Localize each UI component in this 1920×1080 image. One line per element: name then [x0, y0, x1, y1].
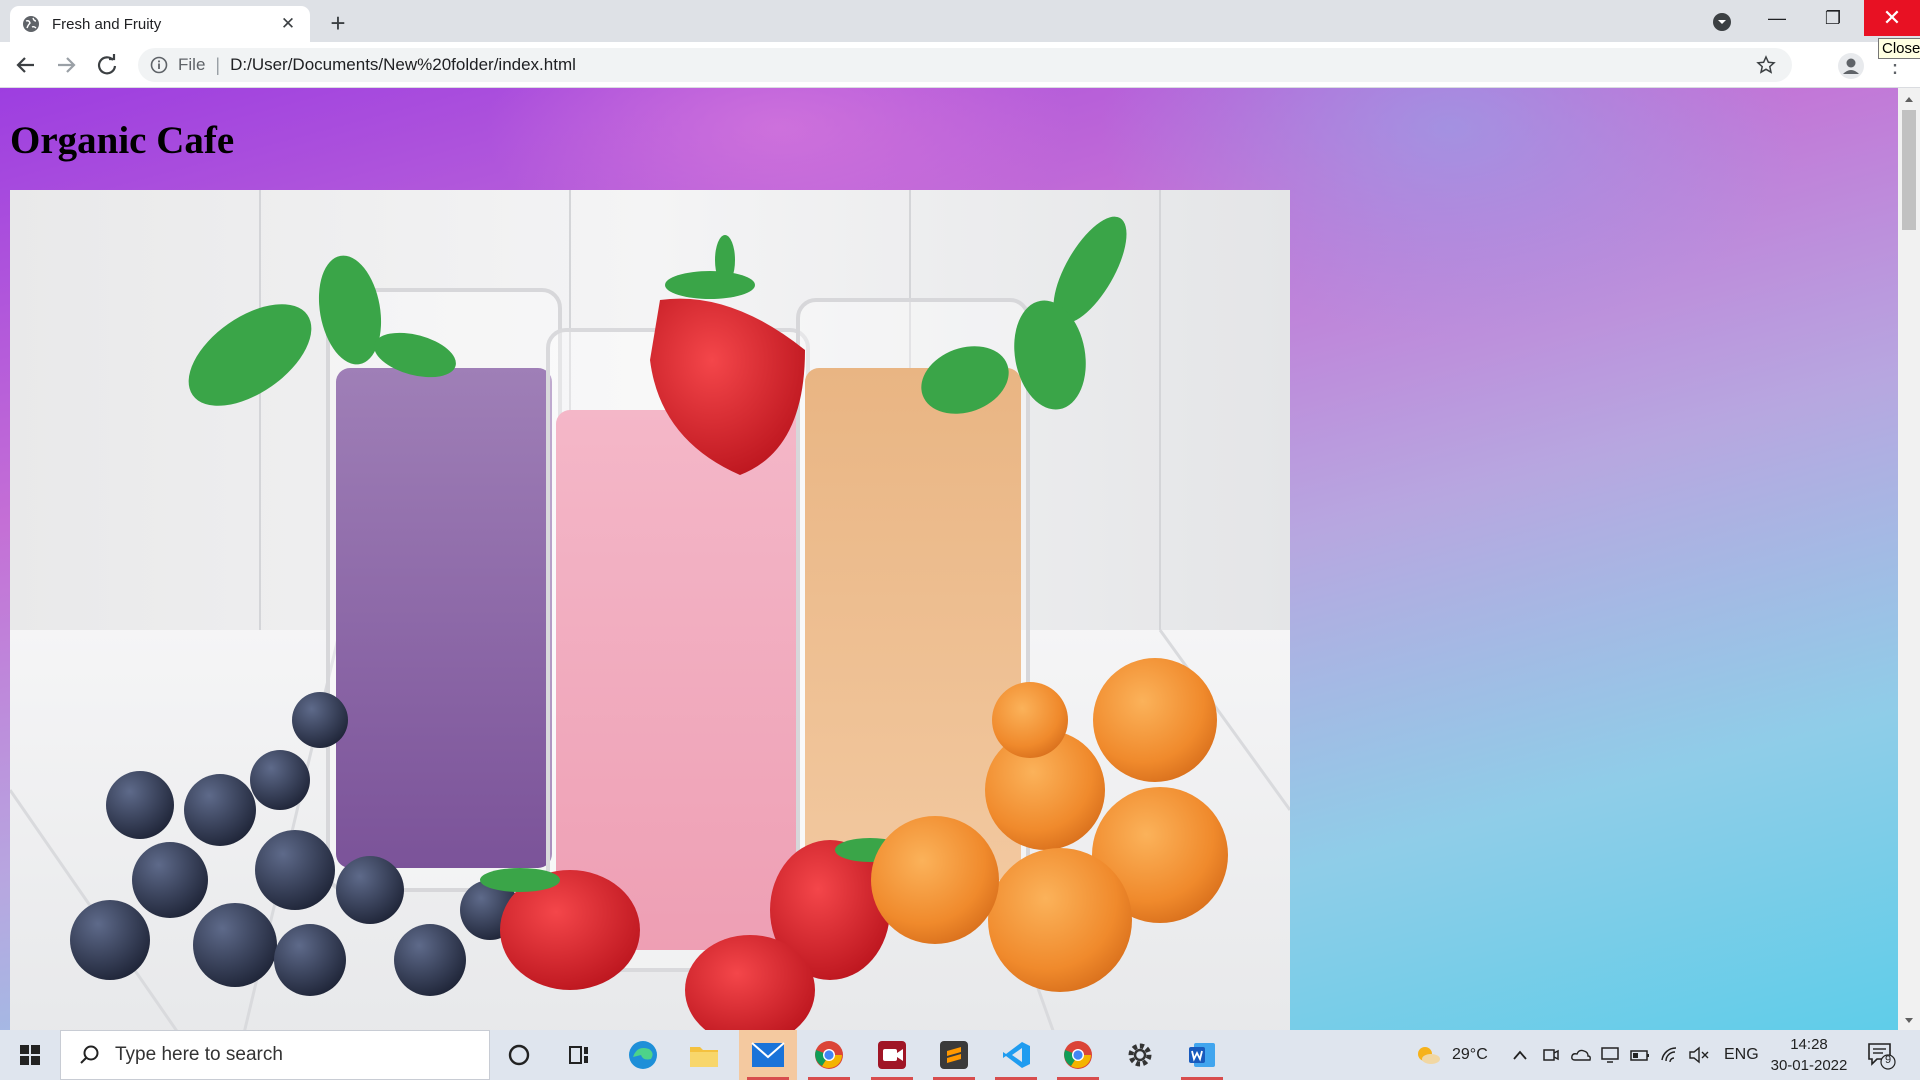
- url-separator: |: [215, 54, 221, 75]
- screen-recorder-icon[interactable]: [863, 1030, 921, 1080]
- tab-strip: Fresh and Fruity ✕ + — ❐ ✕ Close: [0, 0, 1920, 59]
- forward-arrow-icon[interactable]: [50, 49, 82, 81]
- wifi-icon[interactable]: [1660, 1030, 1680, 1080]
- hero-image: [10, 190, 1290, 1030]
- reload-icon[interactable]: [91, 49, 123, 81]
- windows-taskbar: Type here to search 29°C ENG 14:28 30-01…: [0, 1030, 1920, 1080]
- notification-center-icon[interactable]: 9: [1866, 1040, 1896, 1070]
- taskbar-search-box[interactable]: Type here to search: [60, 1030, 490, 1080]
- word-icon[interactable]: [1173, 1030, 1231, 1080]
- info-icon[interactable]: [150, 56, 168, 74]
- search-placeholder: Type here to search: [115, 1044, 283, 1065]
- volume-muted-icon[interactable]: [1688, 1030, 1710, 1080]
- settings-icon[interactable]: [1111, 1030, 1169, 1080]
- weather-widget[interactable]: 29°C: [1414, 1030, 1488, 1080]
- page-title: Organic Cafe: [10, 119, 235, 162]
- address-bar[interactable]: File | D:/User/Documents/New%20folder/in…: [138, 48, 1792, 82]
- chrome-icon[interactable]: [1049, 1030, 1107, 1080]
- globe-icon: [23, 16, 39, 32]
- search-icon: [80, 1045, 99, 1064]
- browser-tab[interactable]: Fresh and Fruity ✕: [10, 6, 310, 42]
- sublime-text-icon[interactable]: [925, 1030, 983, 1080]
- page-viewport: Organic Cafe: [0, 88, 1898, 1030]
- url-scheme-label: File: [178, 55, 206, 74]
- vertical-scrollbar[interactable]: [1898, 88, 1920, 1030]
- profile-avatar-icon[interactable]: [1838, 53, 1864, 79]
- new-tab-button[interactable]: +: [322, 8, 354, 40]
- chrome-icon[interactable]: [800, 1030, 858, 1080]
- mail-icon[interactable]: [739, 1030, 797, 1080]
- clock-time: 14:28: [1790, 1036, 1828, 1053]
- windows-start-icon[interactable]: [0, 1030, 60, 1080]
- onedrive-icon[interactable]: [1570, 1030, 1592, 1080]
- taskbar-clock[interactable]: 14:28 30-01-2022: [1764, 1034, 1854, 1076]
- language-indicator[interactable]: ENG: [1724, 1030, 1759, 1080]
- weather-temperature: 29°C: [1452, 1046, 1488, 1063]
- minimize-button[interactable]: —: [1749, 0, 1805, 36]
- task-view-icon[interactable]: [550, 1030, 608, 1080]
- url-text[interactable]: D:/User/Documents/New%20folder/index.htm…: [230, 55, 576, 75]
- cortana-icon[interactable]: [490, 1030, 548, 1080]
- back-arrow-icon[interactable]: [10, 49, 42, 81]
- restore-button[interactable]: ❐: [1805, 0, 1861, 36]
- tab-close-icon[interactable]: ✕: [278, 14, 298, 34]
- scroll-down-arrow-icon[interactable]: [1898, 1014, 1920, 1028]
- browser-toolbar: File | D:/User/Documents/New%20folder/in…: [0, 42, 1920, 88]
- tab-search-icon[interactable]: [1710, 10, 1734, 34]
- edge-icon[interactable]: [614, 1030, 672, 1080]
- weather-sun-cloud-icon: [1418, 1047, 1440, 1064]
- notification-count-badge: 9: [1884, 1054, 1892, 1066]
- bookmark-star-icon[interactable]: [1756, 55, 1776, 75]
- close-button[interactable]: ✕: [1864, 0, 1920, 36]
- scrollbar-thumb[interactable]: [1902, 110, 1916, 230]
- vscode-icon[interactable]: [987, 1030, 1045, 1080]
- tray-chevron-icon[interactable]: [1512, 1030, 1528, 1080]
- file-explorer-icon[interactable]: [675, 1030, 733, 1080]
- meet-now-icon[interactable]: [1542, 1030, 1560, 1080]
- battery-icon[interactable]: [1630, 1030, 1650, 1080]
- scroll-up-arrow-icon[interactable]: [1898, 92, 1920, 106]
- close-tooltip: Close: [1878, 38, 1920, 59]
- clock-date: 30-01-2022: [1770, 1057, 1848, 1074]
- display-icon[interactable]: [1600, 1030, 1620, 1080]
- smoothie-photo: [10, 190, 1290, 1030]
- tab-title: Fresh and Fruity: [52, 15, 162, 33]
